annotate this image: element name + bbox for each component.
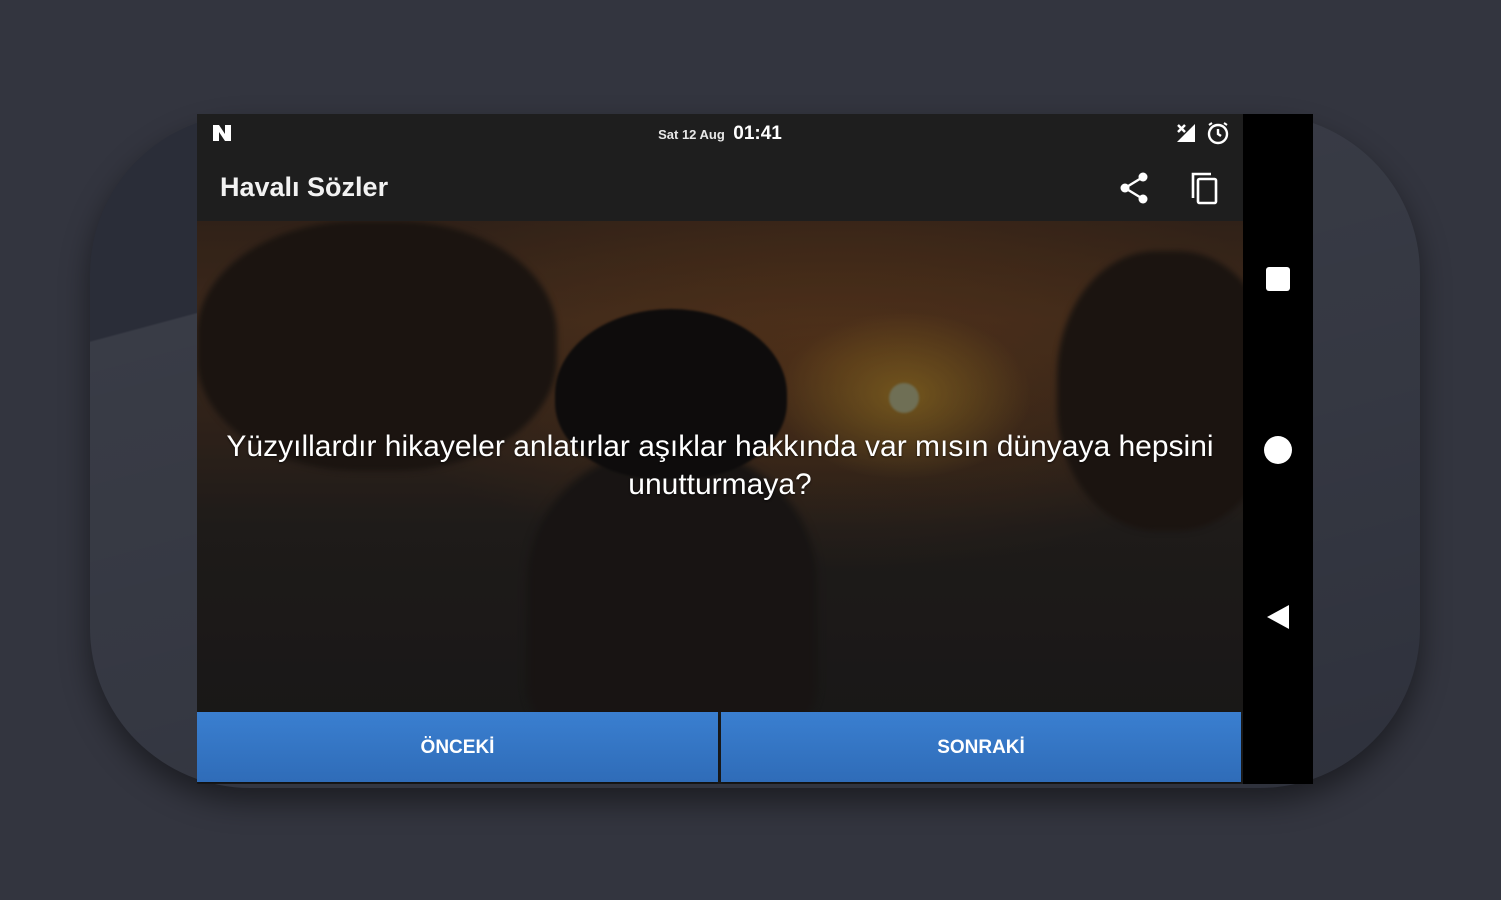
home-icon[interactable] bbox=[1264, 436, 1292, 464]
alarm-icon bbox=[1207, 122, 1229, 145]
status-clock: Sat 12 Aug 01:41 bbox=[197, 114, 1243, 154]
promo-stage: Sat 12 Aug 01:41 Havalı Sözler Yüzyıllar… bbox=[0, 0, 1501, 900]
app-screen: Sat 12 Aug 01:41 Havalı Sözler Yüzyıllar… bbox=[197, 114, 1243, 784]
previous-button[interactable]: ÖNCEKİ bbox=[197, 712, 718, 782]
recents-icon[interactable] bbox=[1266, 267, 1290, 291]
copy-icon bbox=[1191, 172, 1218, 205]
button-row: ÖNCEKİ SONRAKİ bbox=[197, 712, 1243, 784]
copy-button[interactable] bbox=[1185, 168, 1225, 208]
share-button[interactable] bbox=[1115, 168, 1155, 208]
back-icon[interactable] bbox=[1265, 603, 1291, 631]
app-bar: Havalı Sözler bbox=[197, 154, 1243, 221]
quote-text: Yüzyıllardır hikayeler anlatırlar aşıkla… bbox=[226, 430, 1214, 501]
status-bar: Sat 12 Aug 01:41 bbox=[197, 114, 1243, 154]
system-nav-bar bbox=[1243, 114, 1313, 784]
next-button[interactable]: SONRAKİ bbox=[721, 712, 1241, 782]
signal-icon bbox=[1177, 124, 1195, 142]
status-date: Sat 12 Aug bbox=[658, 127, 725, 142]
status-time: 01:41 bbox=[733, 123, 782, 144]
share-icon bbox=[1120, 172, 1148, 204]
quote-area: Yüzyıllardır hikayeler anlatırlar aşıkla… bbox=[197, 221, 1243, 712]
app-title: Havalı Sözler bbox=[220, 172, 389, 202]
